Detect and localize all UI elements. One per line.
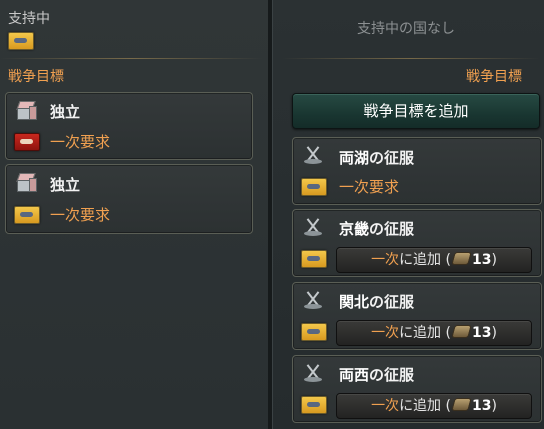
conquest-suffix: の征服 [369,149,415,167]
add-to-primary-button[interactable]: 一次に追加 ( 13) [336,247,532,273]
region-name: 両湖 [339,149,370,167]
war-goal-card[interactable]: 両湖の征服 一次要求 [292,137,542,205]
gold-ingot-icon [451,252,472,265]
crossed-swords-icon [302,144,324,166]
target-country-flag[interactable] [301,323,327,341]
war-goal-title: 独立 [50,103,81,121]
target-country-flag[interactable] [14,133,40,151]
war-goal-title: 両湖の征服 [339,147,414,168]
crate-icon [16,172,37,192]
add-label: に追加 ( [399,252,451,268]
no-supported-label: 支持中の国なし [357,21,455,37]
add-to-primary-button[interactable]: 一次に追加 ( 13) [336,320,532,346]
war-goals-header: 戦争目標 [466,69,522,85]
section-divider [282,58,540,59]
war-goal-demand: 一次要求 [50,133,111,151]
crate-icon [16,100,37,120]
target-country-flag[interactable] [301,396,327,414]
gold-ingot-icon [451,398,472,411]
region-name: 両西 [339,366,370,384]
war-goal-card[interactable]: 京畿の征服 一次に追加 ( 13) [292,209,542,277]
close-paren: ) [491,325,497,341]
war-goal-card[interactable]: 独立 一次要求 [5,92,253,160]
war-goal-demand: 一次要求 [50,206,111,224]
close-paren: ) [491,252,497,268]
region-name: 京畿 [339,220,370,238]
war-goal-demand: 一次要求 [339,178,400,196]
gold-ingot-icon [451,325,472,338]
cost-value: 13 [471,252,492,268]
war-goal-card[interactable]: 両西の征服 一次に追加 ( 13) [292,355,542,423]
conquest-suffix: の征服 [369,366,415,384]
add-to-primary-button[interactable]: 一次に追加 ( 13) [336,393,532,419]
supporting-label: 支持中 [8,11,50,27]
war-goals-header: 戦争目標 [8,69,64,85]
war-goal-title: 関北の征服 [339,291,414,312]
crossed-swords-icon [302,289,324,311]
section-divider [0,58,262,59]
cost-value: 13 [471,325,492,341]
crossed-swords-icon [302,362,324,384]
war-goal-card[interactable]: 関北の征服 一次に追加 ( 13) [292,282,542,350]
war-goal-title: 両西の征服 [339,364,414,385]
target-country-flag[interactable] [14,206,40,224]
add-label: に追加 ( [399,398,451,414]
conquest-suffix: の征服 [369,220,415,238]
target-country-flag[interactable] [301,250,327,268]
target-country-flag[interactable] [301,178,327,196]
supported-country-flag[interactable] [8,32,34,50]
add-war-goal-button[interactable]: 戦争目標を追加 [292,93,540,129]
war-goal-card[interactable]: 独立 一次要求 [5,164,253,234]
crossed-swords-icon [302,216,324,238]
close-paren: ) [491,398,497,414]
cost-value: 13 [471,398,492,414]
war-goal-title: 京畿の征服 [339,218,414,239]
war-goal-title: 独立 [50,176,81,194]
primary-label: 一次 [371,252,400,268]
conquest-suffix: の征服 [369,293,415,311]
primary-label: 一次 [371,325,400,341]
primary-label: 一次 [371,398,400,414]
region-name: 関北 [339,293,370,311]
add-label: に追加 ( [399,325,451,341]
